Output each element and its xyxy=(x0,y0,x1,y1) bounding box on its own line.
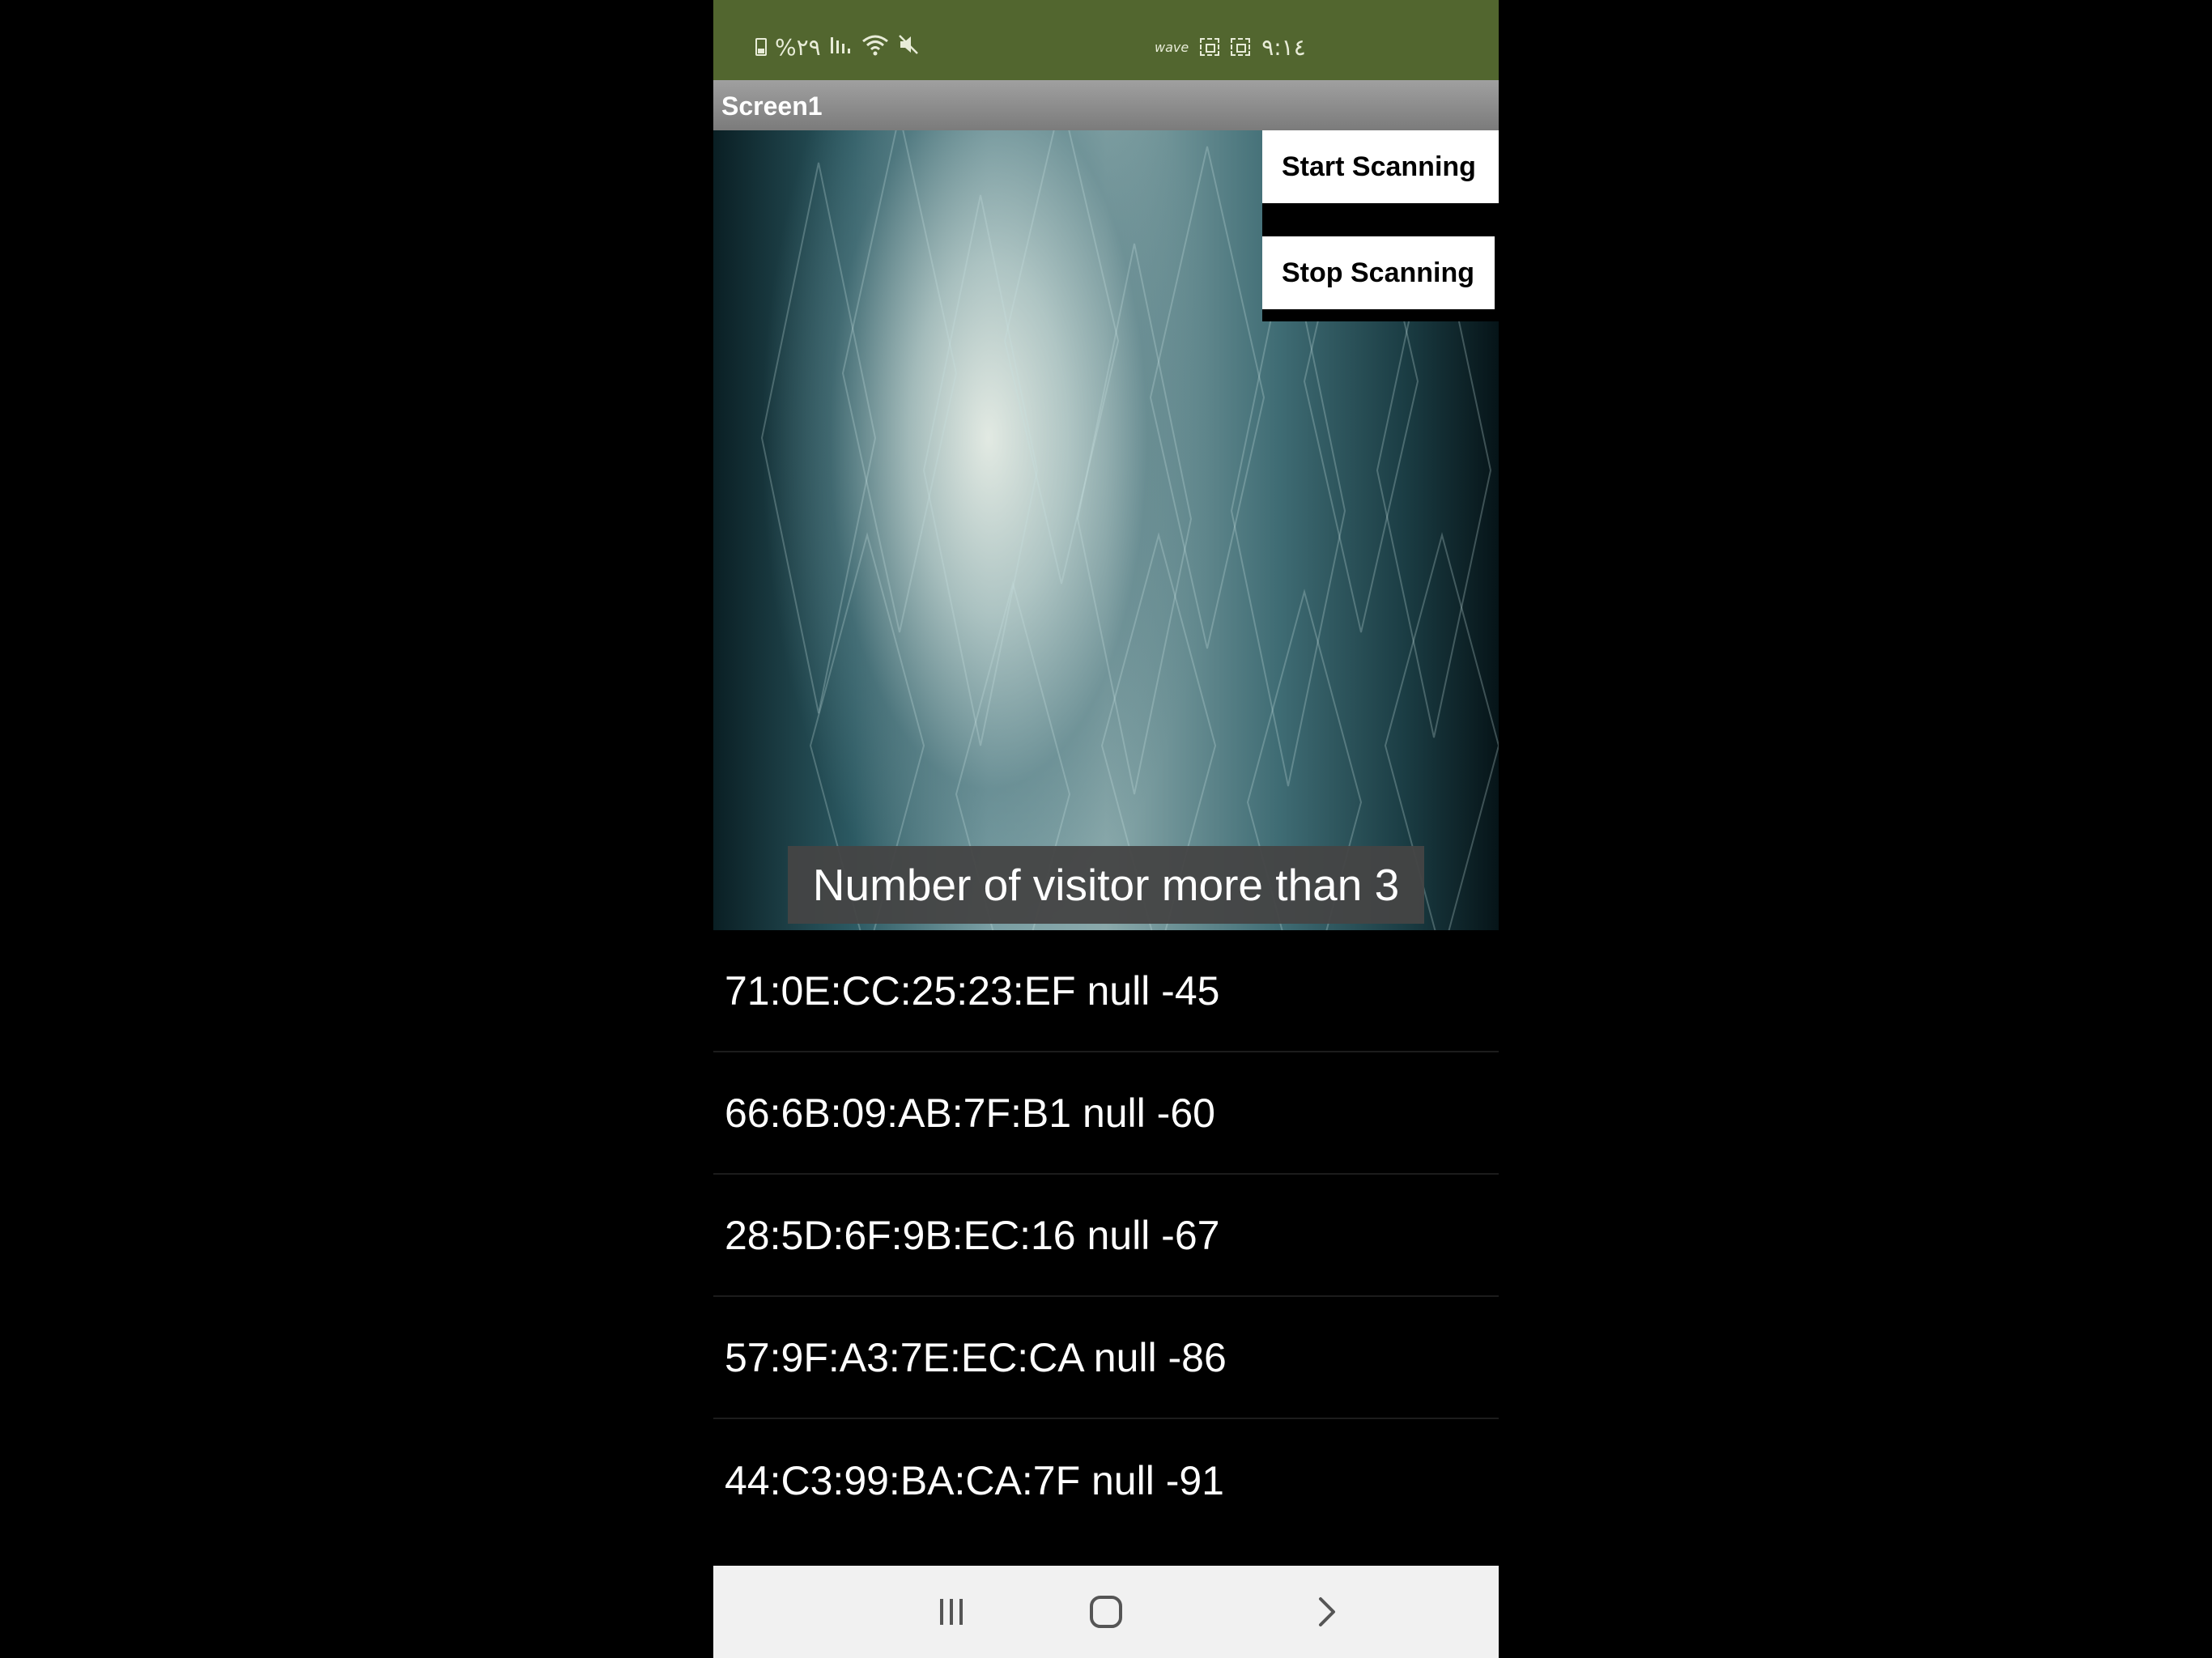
list-item[interactable]: 57:9F:A3:7E:EC:CA null -86 xyxy=(713,1297,1499,1419)
list-item[interactable]: 71:0E:CC:25:23:EF null -45 xyxy=(713,930,1499,1052)
status-time: ٩:١٤ xyxy=(1261,33,1306,61)
signal-icon xyxy=(829,34,853,61)
status-bar: %٢٩ wave ٩:١٤ xyxy=(713,0,1499,80)
home-icon xyxy=(1090,1596,1122,1628)
status-left-group: %٢٩ xyxy=(755,31,920,63)
navigation-bar xyxy=(713,1566,1499,1658)
list-item[interactable]: 44:C3:99:BA:CA:7F null -91 xyxy=(713,1419,1499,1541)
battery-icon xyxy=(755,38,767,56)
screen-record-icon xyxy=(1200,38,1220,56)
list-item[interactable]: 28:5D:6F:9B:EC:16 null -67 xyxy=(713,1175,1499,1297)
back-icon xyxy=(1319,1597,1335,1626)
battery-percent: %٢٩ xyxy=(775,33,821,61)
status-right-group: wave ٩:١٤ xyxy=(1155,31,1306,63)
wave-label: wave xyxy=(1155,39,1189,55)
mute-icon xyxy=(897,33,920,62)
list-item[interactable]: 66:6B:09:AB:7F:B1 null -60 xyxy=(713,1052,1499,1175)
recents-icon xyxy=(940,1599,963,1625)
screenshot-icon xyxy=(1231,38,1251,56)
page-title: Screen1 xyxy=(721,91,823,121)
wifi-icon xyxy=(861,33,889,62)
device-list: 71:0E:CC:25:23:EF null -45 66:6B:09:AB:7… xyxy=(713,930,1499,1541)
visitor-count-label: Number of visitor more than 3 xyxy=(788,846,1424,924)
back-button[interactable] xyxy=(1262,1566,1392,1658)
start-scanning-button[interactable]: Start Scanning xyxy=(1262,130,1499,203)
stop-scanning-button[interactable]: Stop Scanning xyxy=(1262,236,1495,309)
recents-button[interactable] xyxy=(887,1566,1016,1658)
phone-screen: %٢٩ wave ٩:١٤ Screen1 Start Scanning Sto… xyxy=(713,0,1499,1658)
home-button[interactable] xyxy=(1041,1566,1171,1658)
title-bar: Screen1 xyxy=(713,80,1499,130)
